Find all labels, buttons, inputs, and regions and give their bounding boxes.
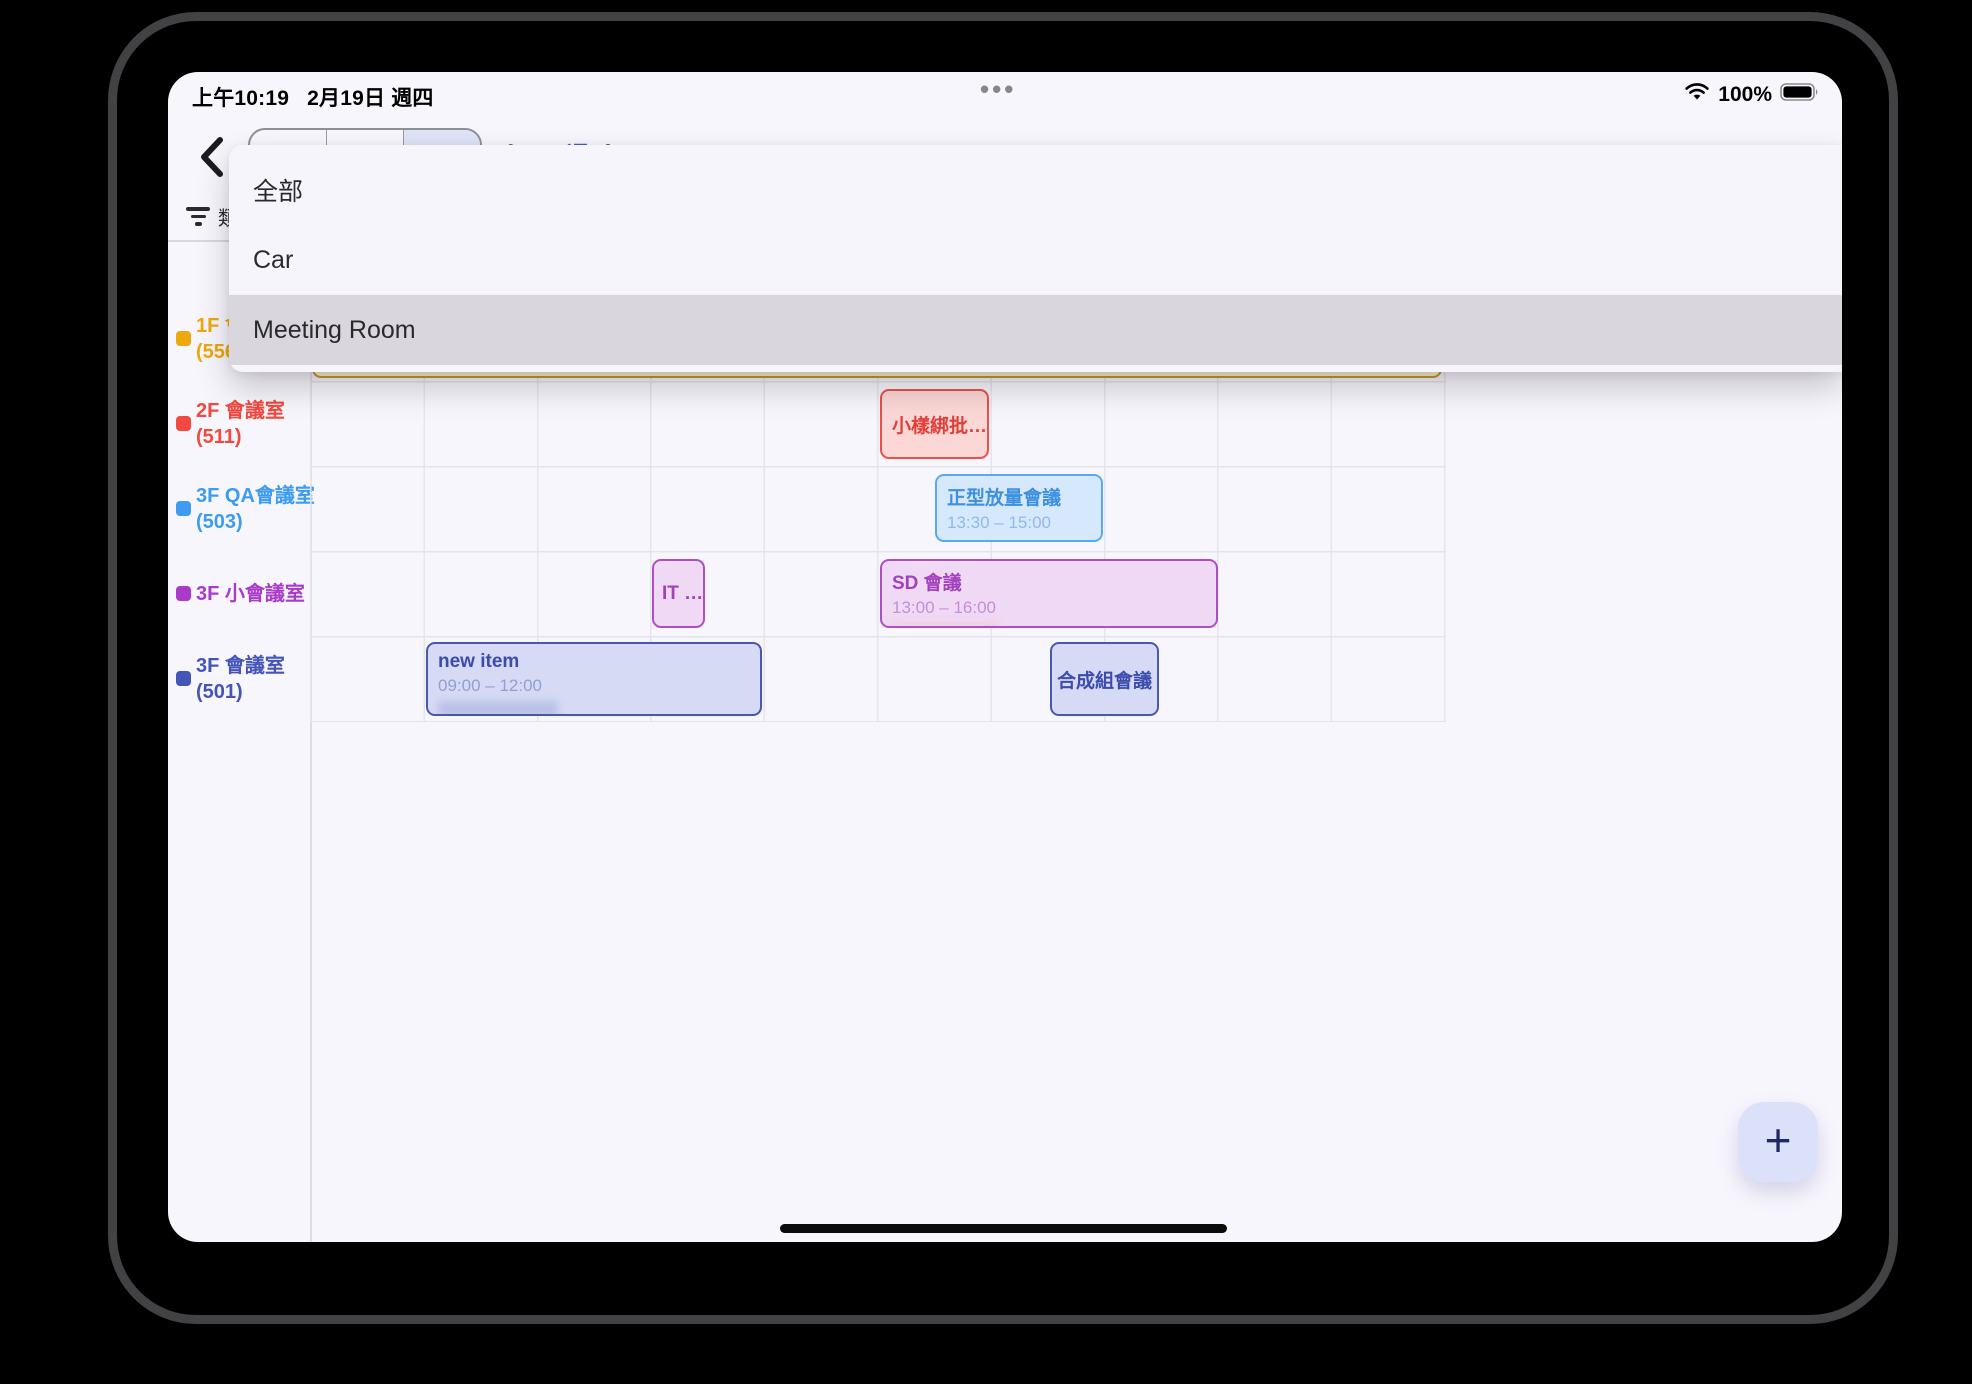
room-item-3f-501[interactable]: 3F 會議室 (501): [168, 636, 310, 721]
room-color-bullet: [176, 416, 191, 431]
redacted-text: [438, 701, 558, 716]
room-name: 2F 會議室: [196, 400, 285, 422]
event-sd[interactable]: SD 會議 13:00 – 16:00: [880, 559, 1218, 628]
event-time: 13:00 – 16:00: [892, 598, 1206, 618]
back-button[interactable]: [196, 136, 232, 180]
event-title: SD 會議: [892, 568, 1206, 595]
event-new-item[interactable]: new item 09:00 – 12:00: [426, 642, 762, 716]
room-color-bullet: [176, 501, 191, 516]
category-dropdown-menu: 全部 Car Meeting Room: [229, 145, 1842, 372]
menu-item-meeting-room[interactable]: Meeting Room: [229, 295, 1842, 365]
multitask-dots-icon[interactable]: •••: [980, 74, 1016, 105]
event-title: 正型放量會議: [947, 483, 1091, 510]
room-color-bullet: [176, 331, 191, 346]
ipad-screenshot: 上午10:19 2月19日 週四 ••• 100%: [0, 0, 1972, 1384]
filter-funnel-icon: [186, 203, 210, 230]
status-bar: 上午10:19 2月19日 週四 ••• 100%: [168, 72, 1842, 116]
battery-percent: 100%: [1718, 83, 1772, 107]
redacted-text: [892, 623, 997, 628]
room-number: (501): [196, 681, 243, 703]
room-color-bullet: [176, 586, 191, 601]
event-title: 小樣綁批…: [892, 411, 977, 438]
event-title: new item: [438, 651, 750, 673]
room-name: 3F 會議室: [196, 655, 285, 677]
room-item-3f-small[interactable]: 3F 小會議室: [168, 551, 310, 636]
event-time: 13:30 – 15:00: [947, 513, 1091, 533]
room-number: (503): [196, 511, 243, 533]
room-item-2f[interactable]: 2F 會議室 (511): [168, 381, 310, 466]
room-color-bullet: [176, 671, 191, 686]
ipad-frame: 上午10:19 2月19日 週四 ••• 100%: [108, 12, 1898, 1324]
room-item-3f-qa[interactable]: 3F QA會議室 (503): [168, 466, 310, 551]
event-title: IT …: [662, 583, 695, 605]
battery-full-icon: [1780, 82, 1820, 107]
menu-item-car[interactable]: Car: [229, 225, 1842, 295]
event-it[interactable]: IT …: [652, 559, 705, 628]
plus-icon: +: [1765, 1117, 1792, 1163]
event-synth[interactable]: 合成組會議: [1050, 642, 1159, 716]
home-indicator[interactable]: [780, 1224, 1227, 1233]
status-time: 上午10:19: [192, 87, 289, 110]
event-title: 合成組會議: [1057, 666, 1152, 693]
add-event-button[interactable]: +: [1738, 1102, 1818, 1182]
room-name: 3F QA會議室: [196, 485, 315, 507]
event-time: 09:00 – 12:00: [438, 676, 750, 696]
event-red[interactable]: 小樣綁批…: [880, 389, 989, 459]
screen: 上午10:19 2月19日 週四 ••• 100%: [168, 72, 1842, 1242]
room-name: 3F 小會議室: [196, 583, 305, 605]
menu-item-all[interactable]: 全部: [229, 155, 1842, 225]
status-time-date: 上午10:19 2月19日 週四: [192, 82, 434, 112]
room-number: (511): [196, 426, 242, 448]
status-date: 2月19日 週四: [307, 87, 433, 110]
wifi-icon: [1684, 82, 1710, 107]
event-blue[interactable]: 正型放量會議 13:30 – 15:00: [935, 474, 1103, 542]
